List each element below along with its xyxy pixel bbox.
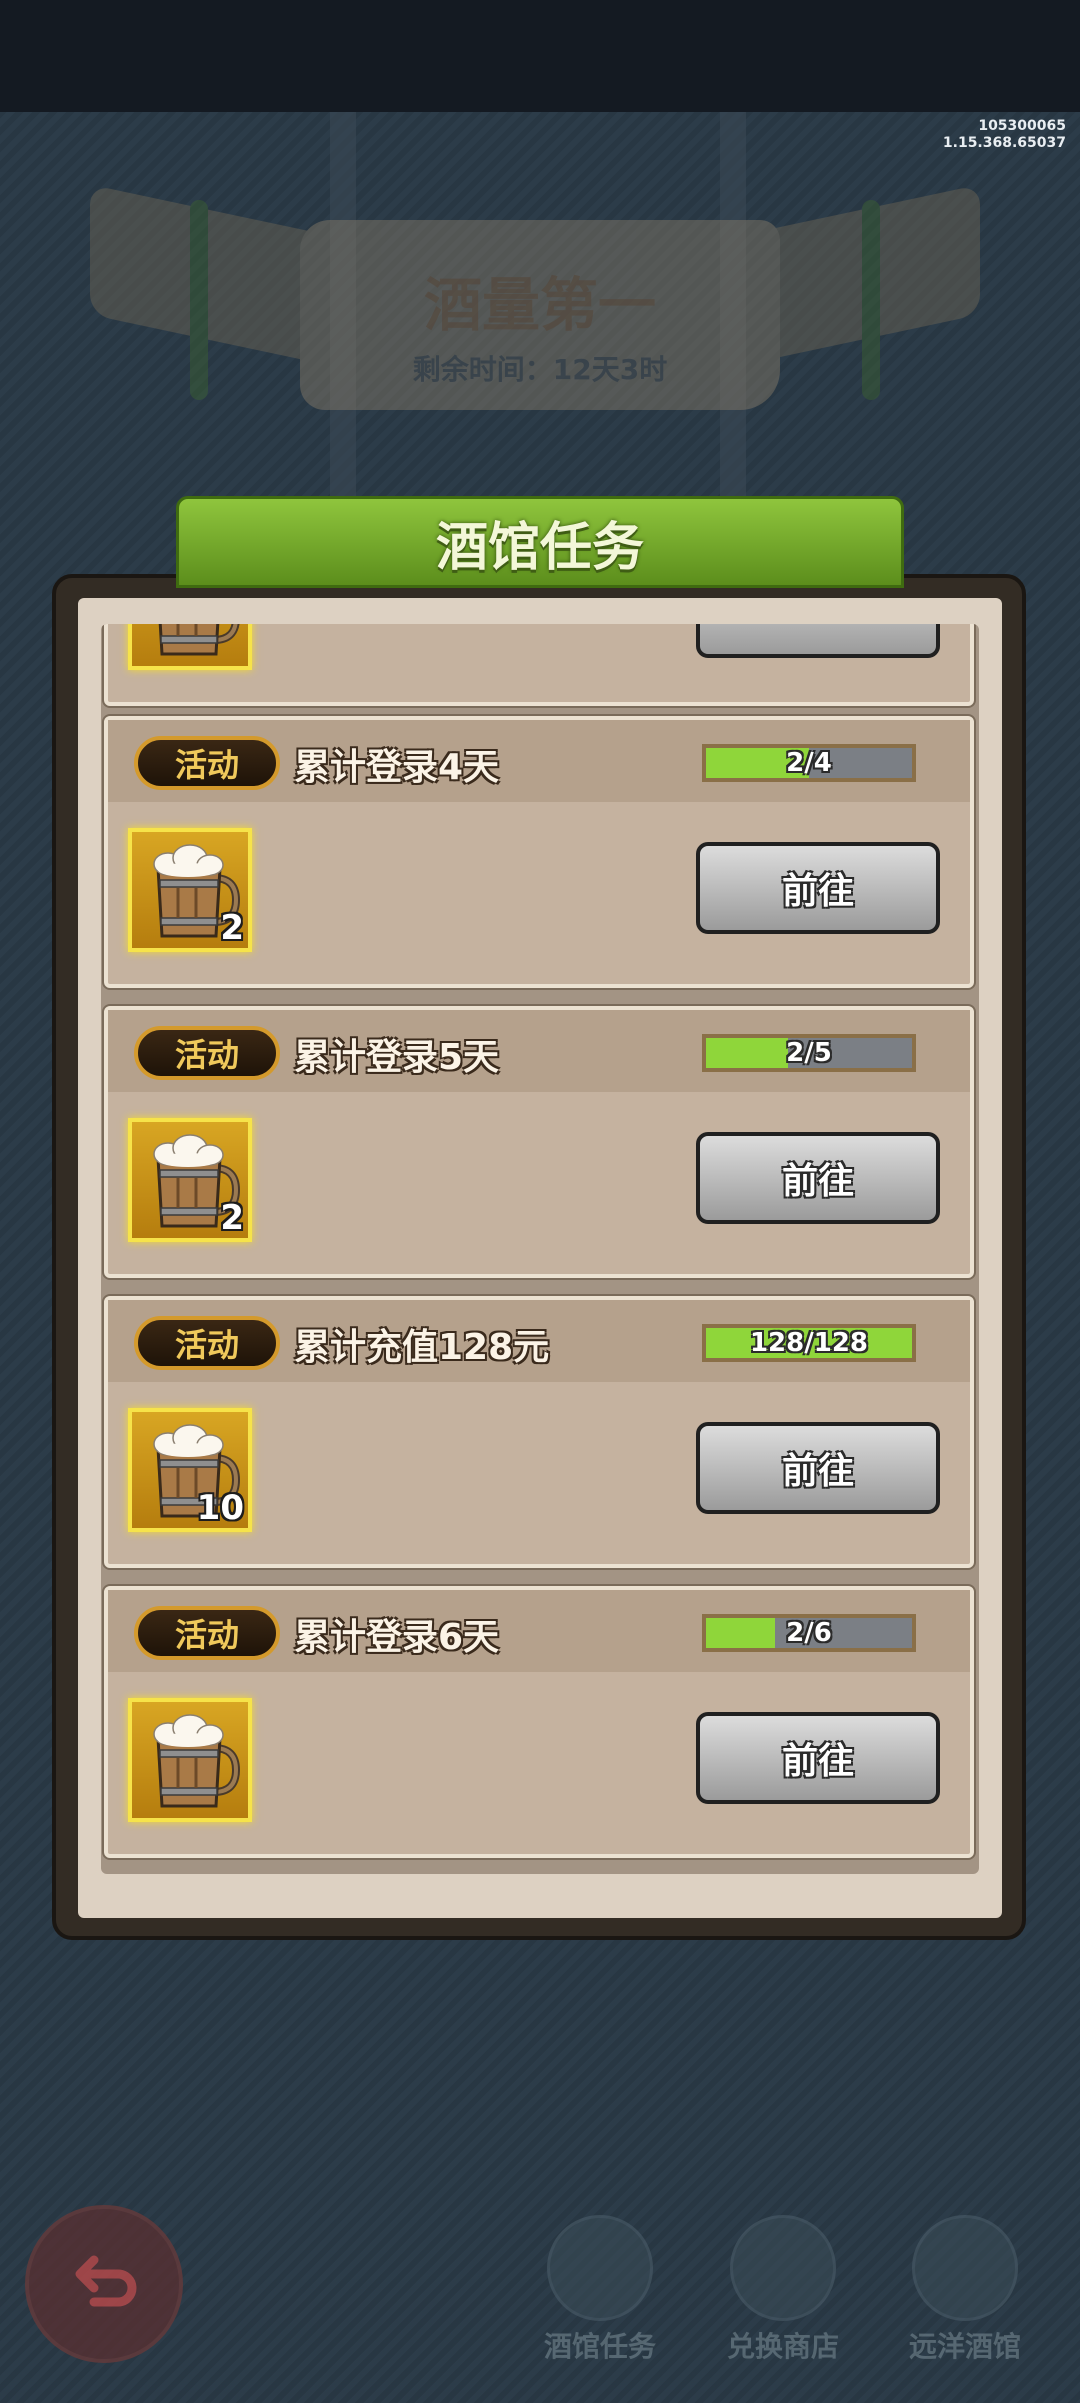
version-info: 105300065 1.15.368.65037	[943, 118, 1066, 152]
event-title: 酒量第一	[423, 271, 656, 339]
progress-bar: 2/6	[702, 1614, 916, 1652]
beer-mug-icon	[140, 624, 240, 660]
event-remaining-time: 剩余时间：12天3时	[412, 353, 668, 386]
build-number: 105300065	[978, 118, 1066, 134]
task-title: 累计登录6天	[294, 1617, 500, 1658]
go-button[interactable]: 前往	[696, 1712, 940, 1804]
task-card-partial	[104, 624, 974, 706]
nav-ocean-tavern[interactable]: 远洋酒馆	[890, 2215, 1040, 2365]
task-card: 活动 累计登录5天 2/5 2 前往	[104, 1006, 974, 1278]
go-button[interactable]: 前往	[696, 842, 940, 934]
reward-quantity: 2	[220, 908, 244, 948]
event-tag: 活动	[134, 1316, 280, 1370]
nav-exchange-shop[interactable]: 兑换商店	[708, 2215, 858, 2365]
progress-text: 2/4	[786, 748, 832, 778]
event-tag: 活动	[134, 1026, 280, 1080]
reward-item[interactable]: 10	[128, 1408, 252, 1532]
exchange-shop-icon	[730, 2215, 836, 2321]
progress-bar: 128/128	[702, 1324, 916, 1362]
bottom-nav: 酒馆任务 兑换商店 远洋酒馆	[0, 2180, 1080, 2403]
nav-label: 酒馆任务	[543, 2330, 656, 2363]
task-title: 累计充值128元	[294, 1327, 550, 1368]
event-tag: 活动	[134, 736, 280, 790]
task-card: 活动 累计充值128元 128/128 10 前往	[104, 1296, 974, 1568]
progress-bar: 2/5	[702, 1034, 916, 1072]
ocean-tavern-icon	[912, 2215, 1018, 2321]
client-version: 1.15.368.65037	[942, 135, 1066, 151]
beer-mug-icon	[140, 1708, 240, 1812]
panel-header: 酒馆任务	[176, 496, 904, 588]
nav-label: 远洋酒馆	[908, 2330, 1021, 2363]
reward-quantity: 10	[196, 1488, 244, 1528]
task-card: 活动 累计登录6天 2/6 前往	[104, 1586, 974, 1858]
task-list[interactable]: 活动 累计登录4天 2/4 2 前往 活动 累计登录5天 2/5 2 前往 活动…	[101, 624, 979, 1874]
reward-quantity: 2	[220, 1198, 244, 1238]
progress-text: 2/6	[786, 1618, 832, 1648]
reward-item[interactable]	[128, 1698, 252, 1822]
nav-tavern-task[interactable]: 酒馆任务	[525, 2215, 675, 2365]
progress-text: 128/128	[749, 1328, 869, 1358]
progress-text: 2/5	[786, 1038, 832, 1068]
nav-label: 兑换商店	[726, 2330, 839, 2363]
go-button[interactable]	[696, 624, 940, 658]
status-bar	[0, 0, 1080, 112]
panel-title: 酒馆任务	[435, 517, 644, 578]
task-title: 累计登录5天	[294, 1037, 500, 1078]
task-card: 活动 累计登录4天 2/4 2 前往	[104, 716, 974, 988]
task-title: 累计登录4天	[294, 747, 500, 788]
go-button[interactable]: 前往	[696, 1422, 940, 1514]
back-arrow-icon	[75, 2255, 137, 2307]
reward-item	[128, 624, 252, 670]
back-button[interactable]	[25, 2205, 183, 2363]
reward-item[interactable]: 2	[128, 828, 252, 952]
event-tag: 活动	[134, 1606, 280, 1660]
reward-item[interactable]: 2	[128, 1118, 252, 1242]
tavern-task-icon	[547, 2215, 653, 2321]
progress-bar: 2/4	[702, 744, 916, 782]
go-button[interactable]: 前往	[696, 1132, 940, 1224]
